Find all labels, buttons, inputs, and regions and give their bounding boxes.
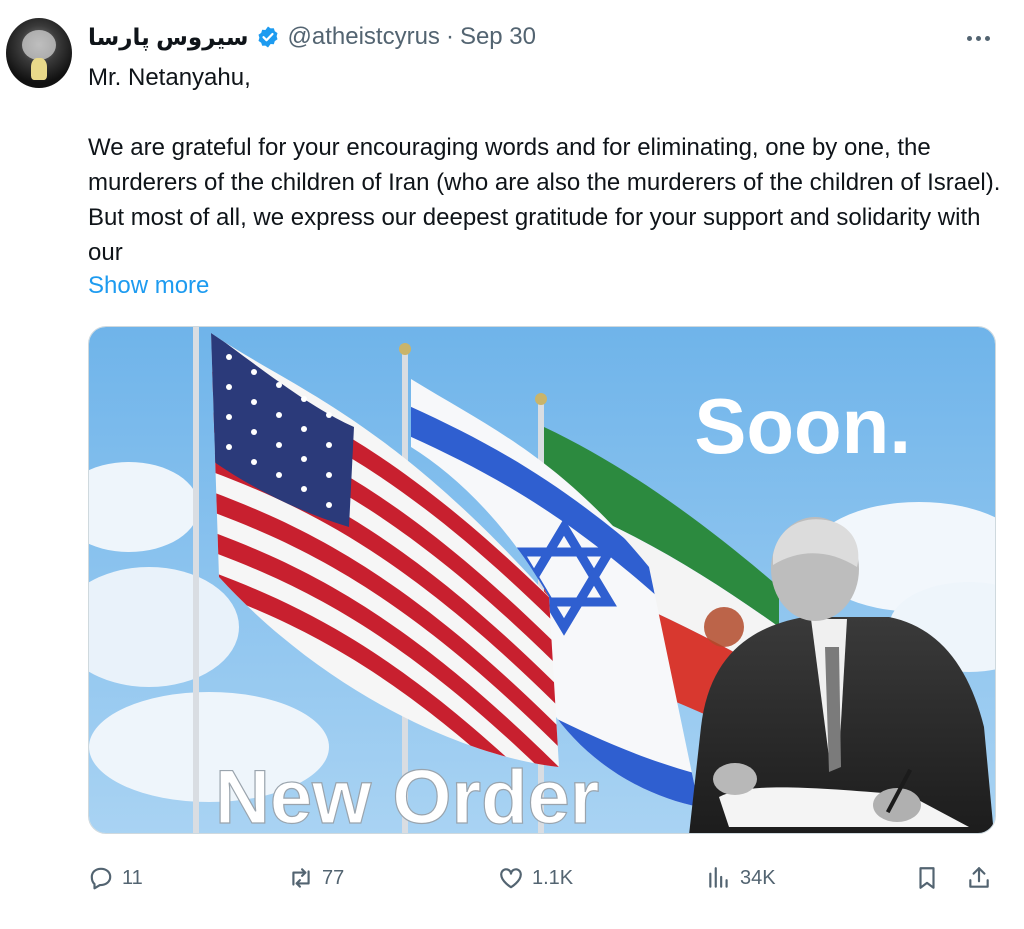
- reply-button[interactable]: 11: [88, 860, 143, 896]
- avatar-hair: [22, 30, 56, 60]
- bookmark-icon: [919, 867, 935, 889]
- avatar-figure: [31, 58, 47, 80]
- avatar[interactable]: [6, 18, 72, 88]
- show-more-link[interactable]: Show more: [88, 268, 209, 303]
- flagpole-finial: [535, 393, 547, 405]
- share-button[interactable]: [966, 860, 992, 896]
- tweet-greeting: Mr. Netanyahu,: [88, 64, 251, 91]
- tweet: سیروس پارسا @atheistcyrus · Sep 30 Mr. N…: [0, 0, 1024, 929]
- flagpole: [193, 327, 199, 833]
- bookmark-button[interactable]: [914, 860, 940, 896]
- heart-icon: [500, 868, 522, 889]
- tweet-actions: 11 77 1.1K 34K: [88, 860, 998, 896]
- repost-button[interactable]: 77: [288, 860, 344, 896]
- tweet-body: We are grateful for your encouraging wor…: [88, 134, 1001, 266]
- repost-count: 77: [322, 866, 345, 889]
- tweet-text: Mr. Netanyahu, We are grateful for your …: [88, 60, 1008, 270]
- repost-icon: [292, 868, 310, 888]
- verified-badge-icon[interactable]: [256, 25, 280, 49]
- more-icon[interactable]: [958, 24, 998, 52]
- overlay-new-order: New Order: [215, 755, 599, 834]
- reply-icon: [90, 867, 112, 890]
- tweet-date[interactable]: Sep 30: [460, 23, 536, 51]
- overlay-soon: Soon.: [694, 382, 911, 470]
- tweet-header: سیروس پارسا @atheistcyrus · Sep 30: [88, 20, 536, 54]
- like-button[interactable]: 1.1K: [498, 860, 573, 896]
- views-icon: [709, 867, 728, 888]
- flagpole-finial: [399, 343, 411, 355]
- display-name[interactable]: سیروس پارسا: [88, 24, 249, 51]
- reply-count: 11: [122, 866, 143, 889]
- share-icon: [969, 867, 989, 888]
- separator-dot: ·: [445, 23, 454, 50]
- views-count: 34K: [740, 866, 776, 889]
- user-handle[interactable]: @atheistcyrus: [288, 23, 440, 51]
- like-count: 1.1K: [532, 866, 574, 889]
- tweet-image[interactable]: Soon. New Order: [88, 326, 996, 834]
- views-button[interactable]: 34K: [706, 860, 776, 896]
